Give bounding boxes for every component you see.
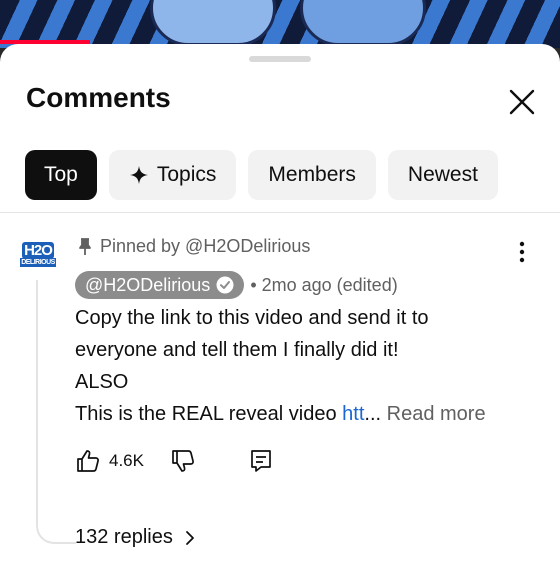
view-replies-button[interactable]: 132 replies bbox=[75, 526, 197, 549]
comment-text: This is the REAL reveal video bbox=[75, 403, 343, 425]
replies-count: 132 replies bbox=[75, 526, 173, 548]
chip-label: Members bbox=[268, 163, 356, 186]
chip-label: Newest bbox=[407, 163, 478, 186]
comment-actions: 4.6K bbox=[75, 448, 274, 474]
video-thumbnail-figure bbox=[150, 0, 276, 46]
video-thumbnail-figure bbox=[300, 0, 426, 46]
chip-top[interactable]: Top bbox=[25, 150, 97, 200]
pinned-label: Pinned by @H2ODelirious bbox=[78, 236, 310, 257]
more-options-icon[interactable] bbox=[516, 240, 528, 264]
divider bbox=[0, 212, 560, 213]
comment-link[interactable]: htt bbox=[342, 403, 364, 425]
comment-body: Copy the link to this video and send it … bbox=[75, 302, 535, 430]
like-icon[interactable] bbox=[75, 448, 101, 474]
chip-label: Top bbox=[44, 163, 78, 186]
page-title: Comments bbox=[26, 82, 171, 113]
avatar-logo-subtext: DELIRIOUS bbox=[20, 257, 56, 267]
avatar[interactable]: H2O DELIRIOUS bbox=[18, 234, 58, 274]
sparkle-icon bbox=[129, 166, 148, 184]
drag-handle[interactable] bbox=[249, 56, 311, 62]
comment-timestamp: • 2mo ago (edited) bbox=[250, 274, 398, 295]
comments-sheet: Comments Top Topics Members Newest H2O D… bbox=[0, 44, 560, 584]
pin-icon bbox=[79, 237, 91, 255]
chip-newest[interactable]: Newest bbox=[387, 150, 498, 200]
comment-line: Copy the link to this video and send it … bbox=[75, 307, 429, 329]
like-count: 4.6K bbox=[109, 451, 144, 470]
reply-icon[interactable] bbox=[248, 448, 274, 474]
comment-line: ALSO bbox=[75, 371, 129, 393]
chip-label: Topics bbox=[156, 163, 217, 186]
author-name: @H2ODelirious bbox=[85, 274, 211, 295]
filter-chips: Top Topics Members Newest bbox=[25, 150, 498, 200]
chip-members[interactable]: Members bbox=[248, 150, 376, 200]
verified-icon bbox=[216, 276, 234, 294]
pinned-text: Pinned by @H2ODelirious bbox=[100, 236, 311, 256]
thread-line bbox=[36, 280, 76, 544]
comment-line: This is the REAL reveal video htt... Rea… bbox=[75, 398, 535, 430]
avatar-logo-text: H2O bbox=[22, 241, 54, 259]
close-icon[interactable] bbox=[506, 86, 538, 118]
read-more-link[interactable]: Read more bbox=[381, 403, 486, 425]
video-player-strip[interactable] bbox=[0, 0, 560, 48]
ellipsis: ... bbox=[364, 403, 382, 425]
author-chip[interactable]: @H2ODelirious bbox=[75, 271, 245, 299]
dislike-icon[interactable] bbox=[170, 448, 196, 474]
comment-line: everyone and tell them I finally did it! bbox=[75, 339, 399, 361]
comment-header: @H2ODelirious • 2mo ago (edited) bbox=[75, 271, 398, 299]
chevron-right-icon bbox=[185, 530, 194, 545]
chip-topics[interactable]: Topics bbox=[108, 150, 237, 200]
